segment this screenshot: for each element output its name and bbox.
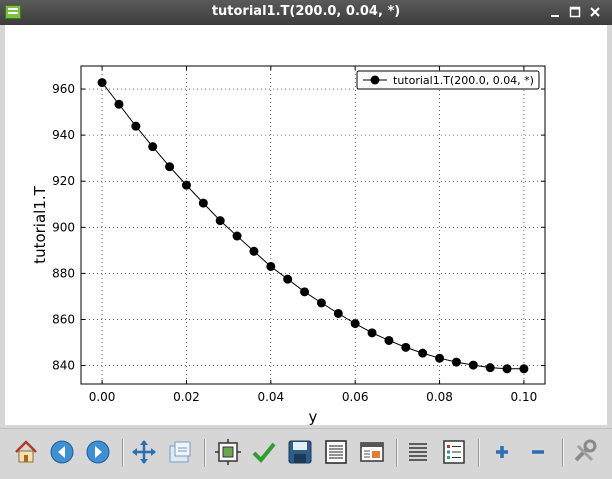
data-point [131, 121, 141, 131]
back-icon [50, 440, 74, 464]
y-tick-label: 860 [52, 312, 75, 326]
data-point [418, 348, 428, 358]
maximize-icon [569, 6, 581, 18]
y-tick-label: 940 [52, 128, 75, 142]
list-button[interactable] [404, 438, 432, 466]
toolbar-separator [478, 439, 480, 467]
plus-icon [496, 446, 508, 458]
data-point [300, 287, 310, 297]
maximize-button[interactable] [568, 5, 582, 19]
y-tick-label: 900 [52, 220, 75, 234]
document-button[interactable] [322, 438, 350, 466]
y-tick-label: 880 [52, 266, 75, 280]
data-point [198, 198, 208, 208]
data-point [316, 298, 326, 308]
add-button[interactable] [488, 438, 516, 466]
toolbar-separator [122, 439, 124, 467]
ticks: 0.00 0.02 0.04 0.06 0.08 0.10 840 860 880 900 920 9… [52, 66, 545, 404]
data-point [485, 363, 495, 373]
series-line [101, 82, 524, 370]
back-button[interactable] [48, 438, 76, 466]
configure-subplots-button[interactable] [214, 438, 242, 466]
window-button[interactable] [358, 438, 386, 466]
data-point [350, 319, 360, 329]
pan-icon [132, 440, 156, 464]
save-icon [288, 440, 312, 464]
toolbar-separator [204, 439, 206, 467]
data-point [97, 78, 107, 88]
minimize-button[interactable] [548, 5, 562, 19]
save-button[interactable] [286, 438, 314, 466]
data-point [266, 261, 276, 271]
data-point [333, 308, 343, 318]
data-point [181, 180, 191, 190]
series [97, 78, 529, 374]
data-point [384, 335, 394, 345]
tools-icon [574, 439, 597, 462]
home-icon [15, 440, 37, 463]
edit-parameters-button[interactable] [250, 438, 278, 466]
data-point [165, 162, 175, 172]
document-icon [325, 440, 347, 464]
close-button[interactable] [588, 5, 602, 19]
minimize-icon [551, 15, 559, 17]
legend-label: tutorial1.T(200.0, 0.04, *) [393, 74, 534, 87]
close-icon [590, 7, 600, 17]
y-tick-label: 840 [52, 359, 75, 373]
data-point [435, 353, 445, 363]
x-tick-label: 0.04 [257, 390, 284, 404]
minus-icon [532, 450, 544, 454]
data-point [519, 364, 529, 374]
data-point [215, 216, 225, 226]
subplots-icon [215, 439, 241, 465]
zoom-button[interactable] [166, 438, 194, 466]
data-point [232, 231, 242, 241]
y-tick-label: 920 [52, 174, 75, 188]
zoom-icon [169, 441, 191, 463]
data-point [114, 99, 124, 109]
list-icon [409, 443, 427, 461]
pan-button[interactable] [130, 438, 158, 466]
data-point [283, 274, 293, 284]
legend: tutorial1.T(200.0, 0.04, *) [356, 70, 540, 90]
grid [81, 66, 545, 384]
y-tick-label: 960 [52, 82, 75, 96]
toolbar-separator [562, 439, 564, 467]
toolbar-separator [396, 439, 398, 467]
navigation-toolbar [0, 428, 612, 479]
x-tick-label: 0.10 [511, 390, 538, 404]
tools-button[interactable] [570, 438, 598, 466]
home-button[interactable] [12, 438, 40, 466]
axes-frame [80, 65, 546, 385]
forward-button[interactable] [84, 438, 112, 466]
line-chart: 0.00 0.02 0.04 0.06 0.08 0.10 840 860 880 900 920 9… [31, 65, 546, 425]
x-tick-label: 0.02 [173, 390, 200, 404]
legend-icon [443, 440, 465, 464]
data-point [367, 328, 377, 338]
check-icon [252, 442, 276, 463]
figure-canvas[interactable]: 0.00 0.02 0.04 0.06 0.08 0.10 840 860 880 900 920 9… [5, 25, 607, 425]
data-point [468, 360, 478, 370]
legend-button[interactable] [440, 438, 468, 466]
x-tick-label: 0.00 [89, 390, 116, 404]
legend-marker [370, 75, 380, 85]
window-title: tutorial1.T(200.0, 0.04, *) [211, 4, 401, 19]
remove-button[interactable] [524, 438, 552, 466]
x-tick-label: 0.08 [426, 390, 453, 404]
data-point [401, 342, 411, 352]
title-bar: tutorial1.T(200.0, 0.04, *) [0, 0, 612, 25]
y-axis-label: tutorial1.T [31, 185, 49, 263]
x-tick-label: 0.06 [342, 390, 369, 404]
data-point [451, 357, 461, 367]
window-icon [360, 442, 384, 462]
forward-icon [86, 440, 110, 464]
data-point [148, 142, 158, 152]
data-point [249, 246, 259, 256]
x-axis-label: y [309, 408, 318, 425]
data-point [502, 364, 512, 374]
